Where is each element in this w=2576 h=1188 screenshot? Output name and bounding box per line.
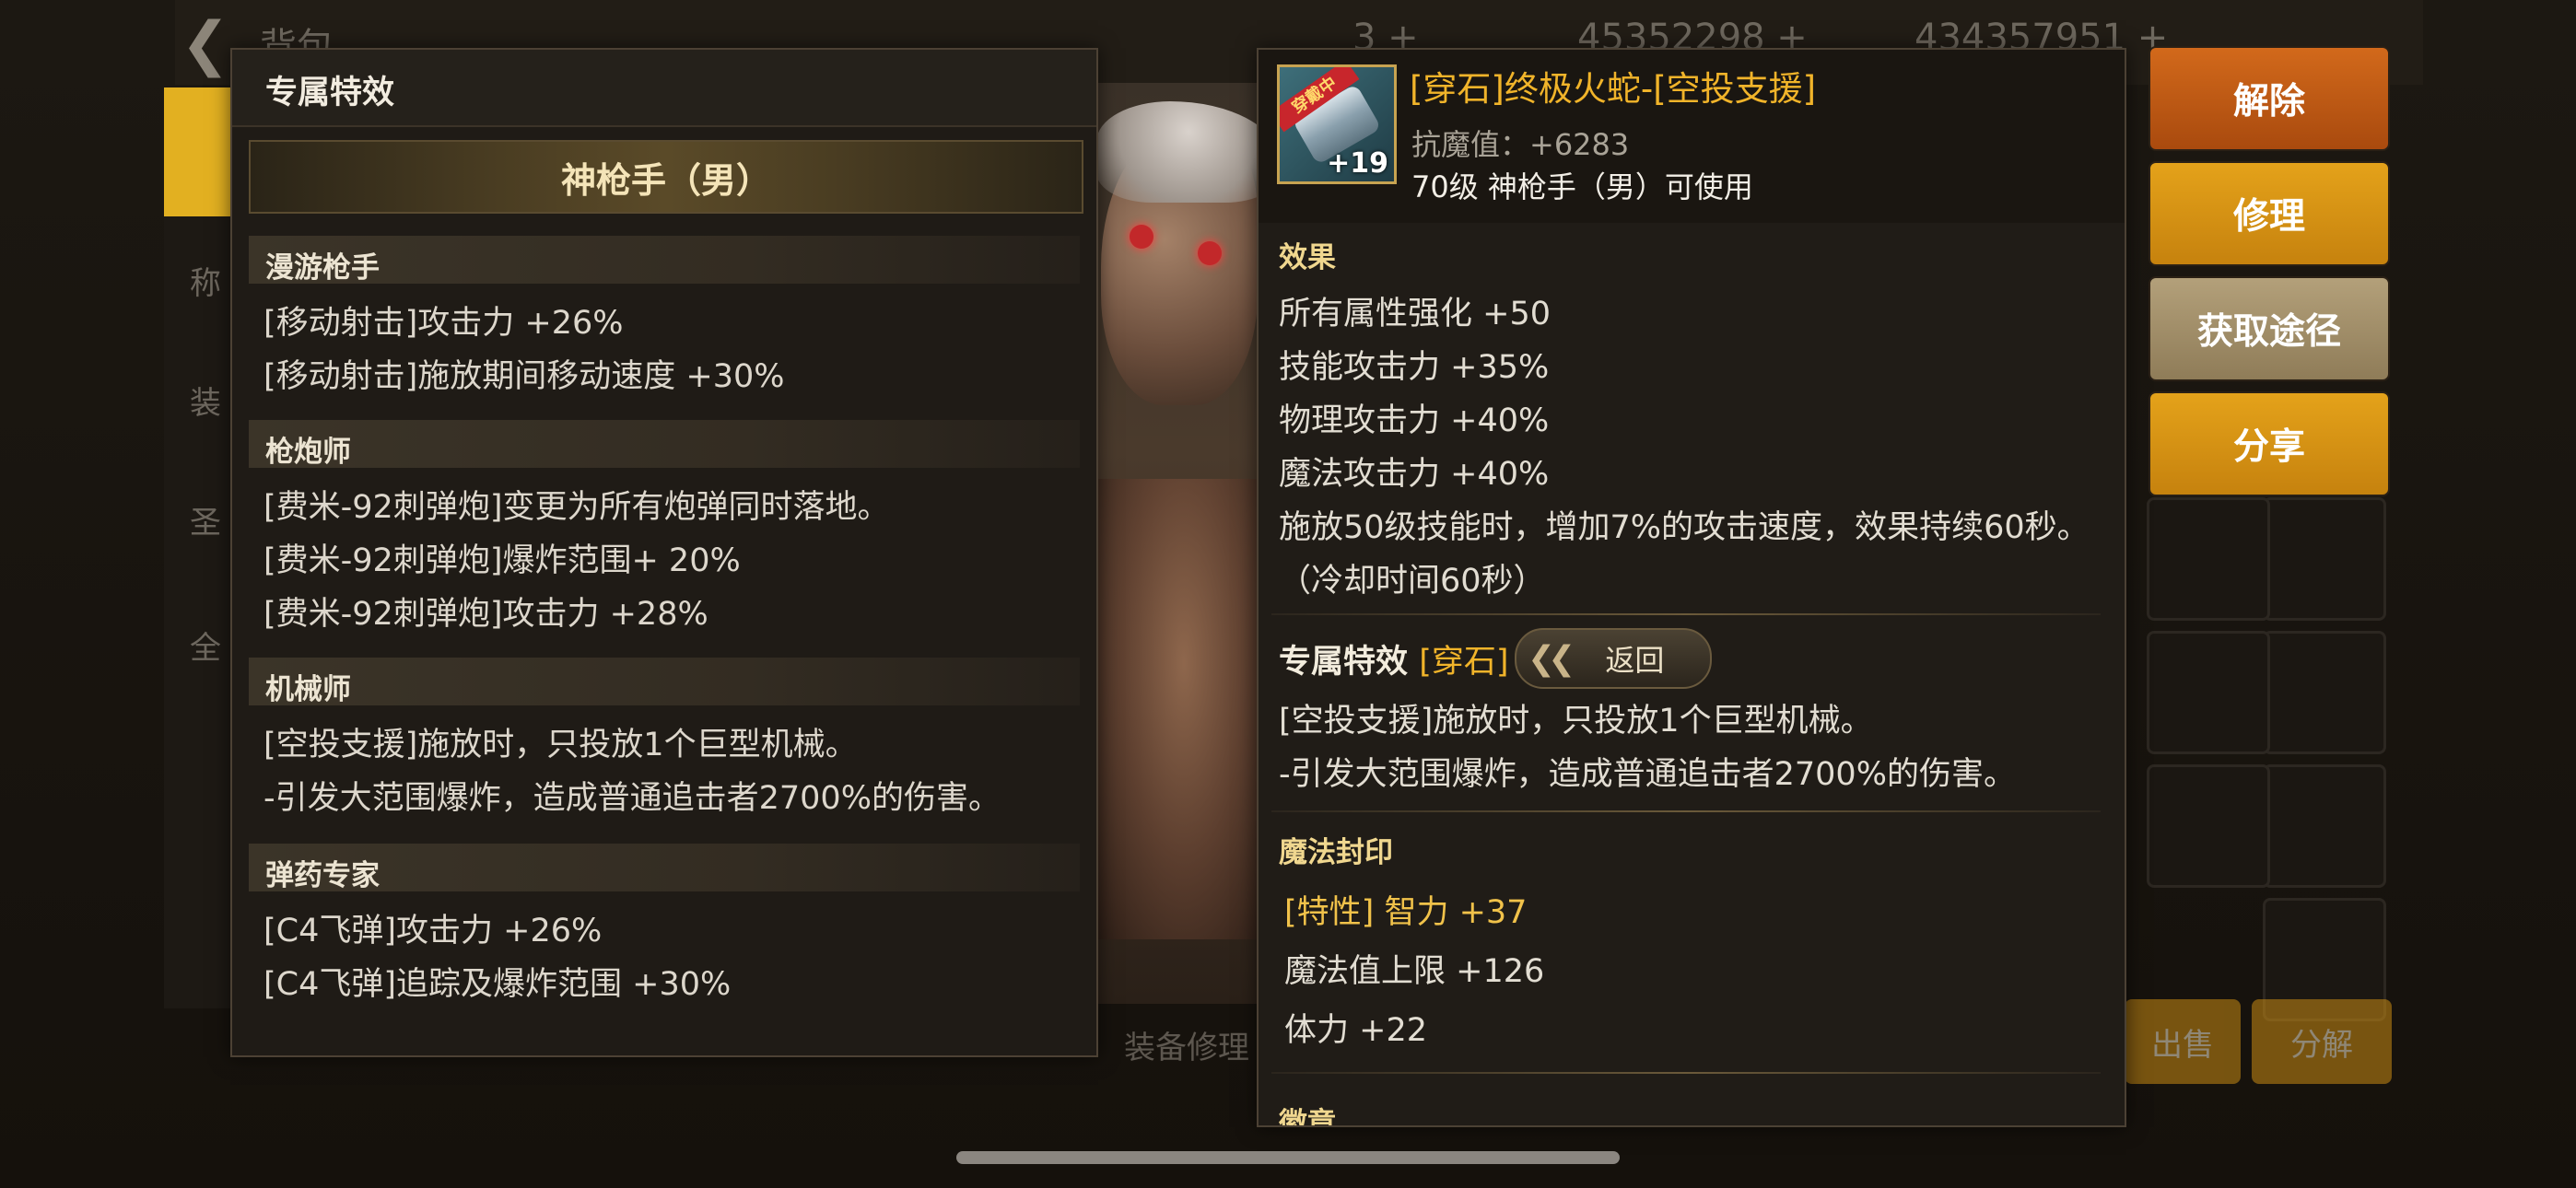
- inventory-slot[interactable]: [2263, 631, 2386, 754]
- seal-line: 魔法值上限 +126: [1284, 953, 1545, 990]
- item-detail-panel: 穿戴中 +19 [穿石]终极火蛇-[空投支援] 抗魔值：+6283 70级 神枪…: [1257, 48, 2126, 1127]
- effect-line: [费米-92刺弹炮]变更为所有炮弹同时落地。: [263, 489, 890, 526]
- seal-trait-line: [特性] 智力 +37: [1284, 894, 1528, 931]
- side-tab-1[interactable]: 称: [190, 258, 221, 303]
- section-header: 弹药专家: [249, 844, 1080, 892]
- divider: [1271, 1072, 2101, 1074]
- effect-line: 魔法攻击力 +40%: [1279, 456, 1550, 493]
- magic-resist-value: 抗魔值：+6283: [1411, 127, 1630, 162]
- panel-header: 专属特效: [232, 50, 1096, 127]
- double-chevron-left-icon: ❮❮: [1528, 639, 1575, 678]
- acquire-source-button[interactable]: 获取途径: [2149, 276, 2390, 381]
- usable-requirement: 70级 神枪手（男）可使用: [1411, 169, 1753, 204]
- character-body: [1096, 479, 1271, 939]
- section-header: 机械师: [249, 658, 1080, 706]
- side-tab-active[interactable]: [164, 87, 230, 216]
- side-tab-4[interactable]: 全: [190, 623, 221, 668]
- release-button[interactable]: 解除: [2149, 46, 2390, 151]
- inventory-slot[interactable]: [2147, 631, 2270, 754]
- home-indicator[interactable]: [956, 1151, 1620, 1164]
- inventory-slot[interactable]: [2147, 497, 2270, 621]
- divider: [1271, 810, 2101, 812]
- panel-title: 专属特效: [265, 75, 395, 111]
- exclusive-effect-title: 专属特效 [穿石]: [1279, 644, 1509, 681]
- repair-button[interactable]: 修理: [2149, 161, 2390, 266]
- side-tab-strip: [164, 87, 230, 1008]
- back-arrow-icon[interactable]: ❮: [181, 15, 230, 74]
- exclusive-effect-line: [空投支援]施放时，只投放1个巨型机械。: [1279, 703, 1873, 740]
- side-tab-3[interactable]: 圣: [190, 497, 221, 542]
- section-header: 漫游枪手: [249, 236, 1080, 285]
- divider: [1271, 613, 2101, 615]
- side-tab-2[interactable]: 装: [190, 378, 221, 423]
- exclusive-effects-panel: 专属特效 神枪手（男） 漫游枪手 [移动射击]攻击力 +26% [移动射击]施放…: [230, 48, 1098, 1057]
- inventory-slot[interactable]: [2263, 497, 2386, 621]
- effect-line: -引发大范围爆炸，造成普通追击者2700%的伤害。: [263, 780, 1001, 817]
- inventory-slot[interactable]: [2263, 764, 2386, 888]
- effect-line: [移动射击]攻击力 +26%: [263, 305, 624, 342]
- character-eye-icon: [1130, 225, 1153, 249]
- item-name: [穿石]终极火蛇-[空投支援]: [1410, 69, 1817, 109]
- character-eye-icon: [1198, 241, 1222, 265]
- effect-line: [C4飞弹]攻击力 +26%: [263, 913, 603, 949]
- effect-line: 物理攻击力 +40%: [1279, 402, 1550, 439]
- effect-line: 施放50级技能时，增加7%的攻击速度，效果持续60秒。: [1279, 509, 2090, 546]
- share-button[interactable]: 分享: [2149, 391, 2390, 496]
- badge-label: 徽章: [1279, 1107, 1336, 1127]
- section-header: 枪炮师: [249, 420, 1080, 469]
- exclusive-effect-line: -引发大范围爆炸，造成普通追击者2700%的伤害。: [1279, 756, 2016, 793]
- class-banner: 神枪手（男）: [249, 140, 1083, 214]
- effect-line: [费米-92刺弹炮]爆炸范围+ 20%: [263, 542, 741, 579]
- sell-button[interactable]: 出售: [2125, 999, 2241, 1084]
- magic-seal-label: 魔法封印: [1279, 836, 1393, 869]
- repair-equipment-link[interactable]: 装备修理: [1124, 1022, 1249, 1067]
- item-icon[interactable]: 穿戴中 +19: [1277, 64, 1397, 184]
- effect-line: 所有属性强化 +50: [1279, 296, 1551, 332]
- class-name: 神枪手（男）: [560, 159, 771, 201]
- reinforce-level: +19: [1327, 147, 1388, 180]
- effect-line: [移动射击]施放期间移动速度 +30%: [263, 358, 785, 395]
- return-button[interactable]: ❮❮ 返回: [1515, 628, 1712, 689]
- effect-line: 技能攻击力 +35%: [1279, 349, 1550, 386]
- effect-line: [C4飞弹]追踪及爆炸范围 +30%: [263, 966, 732, 1003]
- inventory-slot[interactable]: [2147, 764, 2270, 888]
- effect-line: [空投支援]施放时，只投放1个巨型机械。: [263, 727, 858, 763]
- effect-line: （冷却时间60秒）: [1279, 563, 1546, 600]
- seal-line: 体力 +22: [1284, 1012, 1427, 1049]
- effects-label: 效果: [1279, 241, 1336, 274]
- effect-line: [费米-92刺弹炮]攻击力 +28%: [263, 596, 708, 633]
- disassemble-button[interactable]: 分解: [2252, 999, 2392, 1084]
